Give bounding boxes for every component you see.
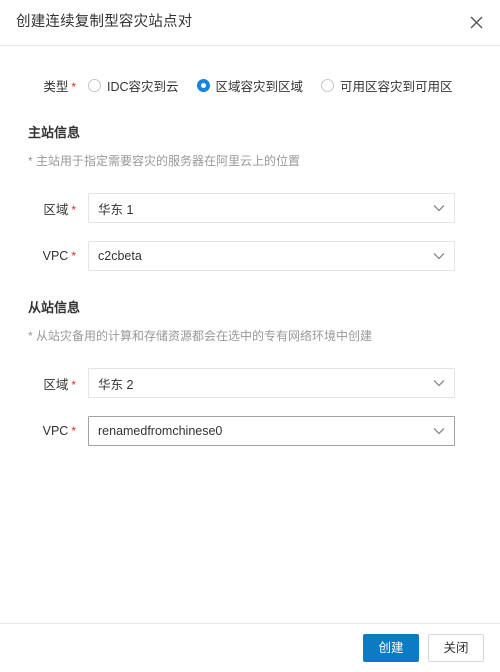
secondary-region-label: 区域 *	[43, 377, 76, 392]
radio-region-to-region[interactable]: 区域容灾到区域	[196, 76, 304, 95]
close-button[interactable]	[462, 8, 490, 36]
primary-region-label: 区域 *	[43, 202, 76, 217]
chevron-down-icon	[433, 369, 445, 397]
create-site-pair-dialog: 创建连续复制型容灾站点对 类型 * IDC容灾到云 区域容灾到区域 可用区容灾到…	[0, 0, 500, 672]
radio-label: 可用区容灾到可用区	[340, 79, 453, 94]
primary-region-value: 华东 1	[98, 202, 134, 217]
primary-section-hint: * 主站用于指定需要容灾的服务器在阿里云上的位置	[28, 154, 301, 168]
primary-vpc-row: VPC * c2cbeta	[0, 241, 500, 271]
type-radio-group: IDC容灾到云 区域容灾到区域 可用区容灾到可用区	[88, 76, 453, 95]
radio-circle-icon	[88, 78, 101, 92]
required-asterisk: *	[71, 79, 76, 94]
close-dialog-button[interactable]: 关闭	[428, 634, 484, 662]
required-asterisk: *	[71, 377, 76, 392]
chevron-down-icon	[433, 194, 445, 222]
chevron-down-icon	[433, 242, 445, 270]
type-field-row: 类型 * IDC容灾到云 区域容灾到区域 可用区容灾到可用区	[0, 74, 500, 96]
radio-idc-to-cloud[interactable]: IDC容灾到云	[88, 76, 179, 95]
required-asterisk: *	[71, 424, 76, 438]
secondary-section-hint: * 从站灾备用的计算和存储资源都会在选中的专有网络环境中创建	[28, 329, 373, 343]
radio-label: IDC容灾到云	[107, 79, 179, 94]
secondary-region-value: 华东 2	[98, 377, 134, 392]
secondary-section-title: 从站信息	[28, 300, 81, 315]
secondary-vpc-row: VPC * renamedfromchinese0	[0, 416, 500, 446]
radio-label: 区域容灾到区域	[215, 79, 304, 94]
create-button[interactable]: 创建	[363, 634, 419, 662]
required-asterisk: *	[71, 202, 76, 217]
secondary-vpc-value: renamedfromchinese0	[98, 424, 223, 438]
radio-circle-selected-icon	[196, 78, 210, 92]
primary-vpc-value: c2cbeta	[98, 249, 142, 263]
primary-region-select[interactable]: 华东 1	[88, 193, 455, 223]
type-label: 类型 *	[43, 79, 76, 94]
required-asterisk: *	[71, 249, 76, 263]
secondary-vpc-label: VPC *	[42, 424, 76, 438]
radio-zone-to-zone[interactable]: 可用区容灾到可用区	[321, 76, 453, 95]
secondary-region-select[interactable]: 华东 2	[88, 368, 455, 398]
primary-vpc-label: VPC *	[42, 249, 76, 263]
primary-section-title: 主站信息	[28, 125, 81, 140]
close-icon	[470, 16, 483, 29]
secondary-region-row: 区域 * 华东 2	[0, 368, 500, 398]
primary-vpc-select[interactable]: c2cbeta	[88, 241, 455, 271]
chevron-down-icon	[433, 417, 445, 445]
radio-circle-icon	[321, 78, 335, 92]
dialog-header: 创建连续复制型容灾站点对	[0, 0, 500, 46]
secondary-vpc-select[interactable]: renamedfromchinese0	[88, 416, 455, 446]
dialog-body: 类型 * IDC容灾到云 区域容灾到区域 可用区容灾到可用区 主站信息 * 主站用…	[0, 46, 500, 623]
dialog-title: 创建连续复制型容灾站点对	[16, 14, 193, 31]
dialog-footer: 创建 关闭	[0, 623, 500, 672]
primary-region-row: 区域 * 华东 1	[0, 193, 500, 223]
